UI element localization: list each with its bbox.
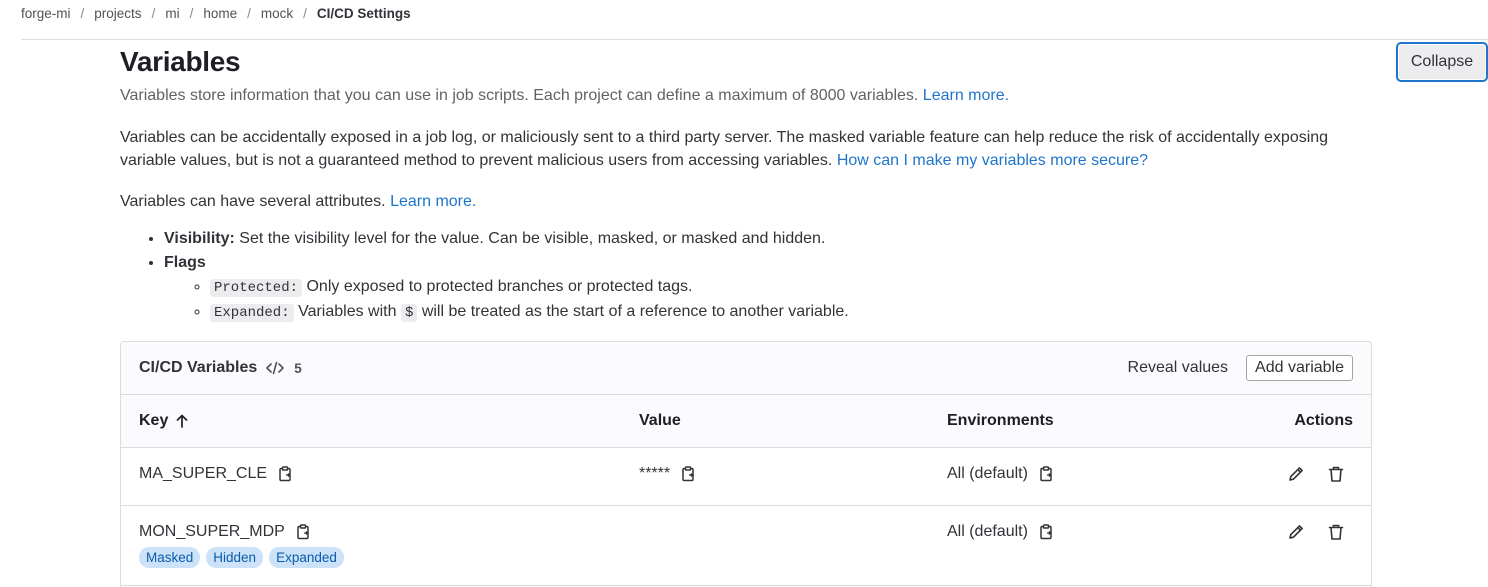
learn-more-link[interactable]: Learn more. xyxy=(923,87,1009,104)
collapse-button[interactable]: Collapse xyxy=(1397,43,1487,81)
column-key[interactable]: Key xyxy=(139,412,188,430)
breadcrumb-item-mi[interactable]: mi xyxy=(165,6,179,21)
variable-badges: Masked Hidden Expanded xyxy=(139,547,344,568)
table-row: MA_SUPER_CLE ***** All (default) xyxy=(121,448,1371,506)
pencil-icon[interactable] xyxy=(1287,465,1305,483)
hidden-badge: Hidden xyxy=(206,547,264,568)
attributes-paragraph: Variables can have several attributes. L… xyxy=(120,190,1372,213)
variable-value: ***** xyxy=(639,465,671,482)
breadcrumb-separator: / xyxy=(80,6,85,21)
column-key-label: Key xyxy=(139,412,169,429)
expanded-badge: Expanded xyxy=(269,547,344,568)
add-variable-button[interactable]: Add variable xyxy=(1246,355,1353,381)
expanded-text-a: Variables with xyxy=(298,303,397,320)
list-item: Protected: Only exposed to protected bra… xyxy=(210,275,1372,300)
breadcrumb-item-home[interactable]: home xyxy=(203,6,237,21)
list-item: Flags Protected: Only exposed to protect… xyxy=(164,251,1372,325)
pencil-icon[interactable] xyxy=(1287,523,1305,541)
breadcrumb: forge-mi / projects / mi / home / mock /… xyxy=(21,0,1488,40)
clipboard-icon[interactable] xyxy=(277,466,293,482)
expanded-text-b: will be treated as the start of a refere… xyxy=(421,303,849,320)
trash-icon[interactable] xyxy=(1327,523,1345,541)
flags-label: Flags xyxy=(164,254,206,271)
variable-count: 5 xyxy=(266,361,302,376)
list-item: Expanded: Variables with $ will be treat… xyxy=(210,300,1372,325)
clipboard-icon[interactable] xyxy=(1038,524,1054,540)
breadcrumb-item-forge-mi[interactable]: forge-mi xyxy=(21,6,71,21)
attributes-learn-more-link[interactable]: Learn more. xyxy=(390,193,476,210)
trash-icon[interactable] xyxy=(1327,465,1345,483)
header-actions: Reveal values Add variable xyxy=(1128,355,1353,381)
key-cell: MA_SUPER_CLE xyxy=(139,465,293,483)
breadcrumb-item-mock[interactable]: mock xyxy=(261,6,293,21)
table-header: Key Value Environments Actions xyxy=(121,395,1371,448)
section-subtitle: Variables store information that you can… xyxy=(120,85,1372,107)
dollar-code: $ xyxy=(400,304,418,322)
cicd-variables-card: CI/CD Variables 5 Reveal values Add vari… xyxy=(120,341,1372,587)
breadcrumb-separator: / xyxy=(151,6,156,21)
list-item: Visibility: Set the visibility level for… xyxy=(164,227,1372,251)
key-cell: MON_SUPER_MDP xyxy=(139,523,311,541)
visibility-text: Set the visibility level for the value. … xyxy=(239,230,826,247)
masked-badge: Masked xyxy=(139,547,201,568)
clipboard-icon[interactable] xyxy=(1038,466,1054,482)
section-title: Variables xyxy=(120,46,241,77)
table-row: MON_SUPER_MDP Masked Hidden Expanded All… xyxy=(121,506,1371,586)
card-title: CI/CD Variables xyxy=(139,359,258,376)
environment-cell: All (default) xyxy=(947,465,1054,483)
breadcrumb-separator: / xyxy=(247,6,251,21)
column-value: Value xyxy=(639,412,681,429)
row-actions xyxy=(1287,523,1345,541)
variable-environment: All (default) xyxy=(947,465,1028,482)
row-actions xyxy=(1287,465,1345,483)
security-paragraph: Variables can be accidentally exposed in… xyxy=(120,126,1372,172)
subtitle-text: Variables store information that you can… xyxy=(120,87,919,104)
variable-key: MA_SUPER_CLE xyxy=(139,465,268,482)
reveal-values-button[interactable]: Reveal values xyxy=(1128,359,1229,377)
breadcrumb-item-cicd-settings[interactable]: CI/CD Settings xyxy=(317,6,411,21)
visibility-label: Visibility: xyxy=(164,230,235,247)
card-header: CI/CD Variables 5 Reveal values Add vari… xyxy=(121,342,1371,395)
protected-code: Protected: xyxy=(210,279,303,297)
attributes-list: Visibility: Set the visibility level for… xyxy=(120,227,1372,325)
flags-list: Protected: Only exposed to protected bra… xyxy=(164,275,1372,325)
secure-variables-link[interactable]: How can I make my variables more secure? xyxy=(837,152,1148,169)
column-environments: Environments xyxy=(947,412,1054,429)
count-value: 5 xyxy=(294,360,302,376)
breadcrumb-item-projects[interactable]: projects xyxy=(94,6,141,21)
value-cell: ***** xyxy=(639,465,696,483)
protected-text: Only exposed to protected branches or pr… xyxy=(306,278,693,295)
code-icon xyxy=(266,361,289,375)
breadcrumb-separator: / xyxy=(303,6,307,21)
variable-environment: All (default) xyxy=(947,523,1028,540)
environment-cell: All (default) xyxy=(947,523,1054,541)
arrow-up-icon xyxy=(176,414,188,428)
breadcrumb-separator: / xyxy=(189,6,194,21)
variable-key: MON_SUPER_MDP xyxy=(139,523,285,540)
clipboard-icon[interactable] xyxy=(680,466,696,482)
column-actions: Actions xyxy=(1294,412,1353,429)
clipboard-icon[interactable] xyxy=(295,524,311,540)
variables-section: Variables Variables store information th… xyxy=(120,44,1372,325)
attributes-text: Variables can have several attributes. xyxy=(120,193,386,210)
expanded-code: Expanded: xyxy=(210,304,294,322)
